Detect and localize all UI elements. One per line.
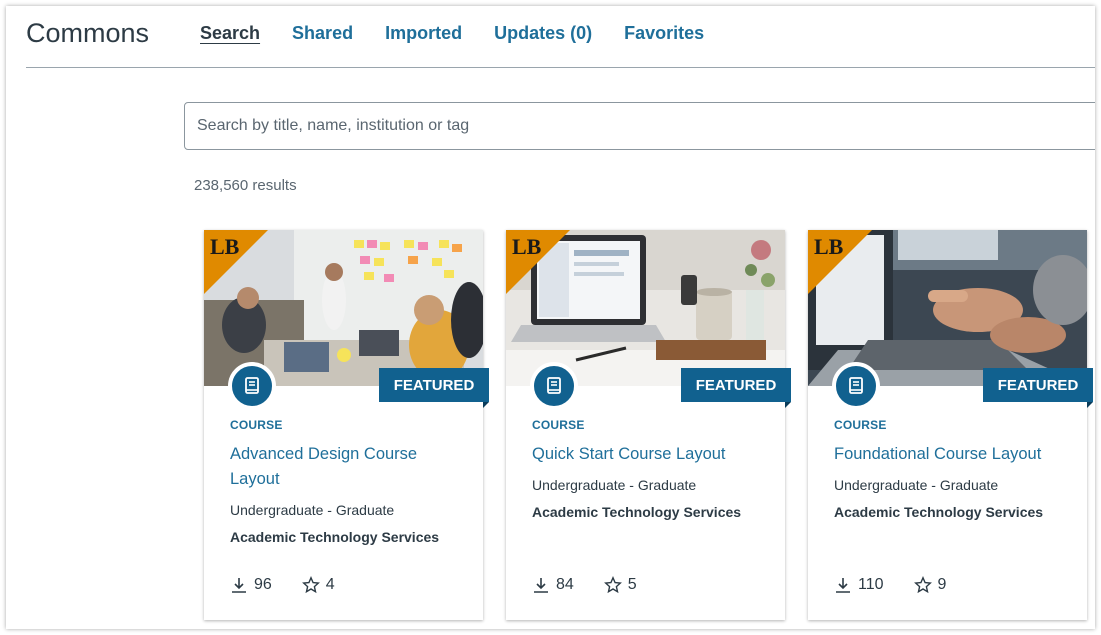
results-count: 238,560 results [194,177,297,194]
card-institution: Academic Technology Services [834,504,1044,520]
favorite-count: 5 [627,576,637,593]
favorite-count: 9 [937,576,947,593]
download-count: 110 [858,576,884,593]
search-input[interactable] [185,103,1095,149]
card-institution: Academic Technology Services [230,529,440,545]
card-body: COURSE Quick Start Course Layout Undergr… [532,418,765,520]
card-body: COURSE Foundational Course Layout Underg… [834,418,1067,520]
card-type: COURSE [230,418,283,432]
featured-badge: FEATURED [681,368,791,402]
download-stat: 110 [834,576,884,594]
favorite-count: 4 [325,576,335,593]
card-type: COURSE [834,418,887,432]
app-title: Commons [26,18,150,48]
tab-shared[interactable]: Shared [292,23,353,44]
featured-ribbon-tail [483,402,489,408]
card-title-link[interactable]: Quick Start Course Layout [532,442,765,467]
star-icon [913,576,932,594]
star-icon [301,576,320,594]
tab-nav: Search Shared Imported Updates (0) Favor… [200,23,704,44]
card-title-link[interactable]: Advanced Design Course Layout [230,442,463,492]
download-icon [836,578,850,593]
card-institution: Academic Technology Services [532,504,742,520]
star-icon [603,576,622,594]
course-card[interactable]: LB FEATURED COURSE Quick Start Course La… [506,230,791,620]
card-level: Undergraduate - Graduate [532,477,697,493]
featured-ribbon-tail [1087,402,1093,408]
course-card[interactable]: LB FEATURED COURSE Foundational Course L… [808,230,1093,620]
download-count: 84 [556,576,574,593]
featured-badge: FEATURED [379,368,489,402]
download-icon [534,578,548,593]
book-icon [530,362,578,410]
favorite-stat: 9 [913,576,947,594]
card-stats: 110 9 [834,576,946,594]
header-divider [26,67,1095,68]
card-body: COURSE Advanced Design Course Layout Und… [230,418,463,545]
download-icon [232,578,246,593]
card-stats: 96 4 [230,576,335,594]
download-stat: 96 [230,576,272,594]
institution-logo: LB [814,234,844,259]
commons-window: Commons Search Shared Imported Updates (… [6,6,1095,629]
download-stat: 84 [532,576,574,594]
card-type: COURSE [532,418,585,432]
institution-logo: LB [512,234,542,259]
book-icon [228,362,276,410]
tab-updates[interactable]: Updates (0) [494,23,592,44]
favorite-stat: 5 [603,576,637,594]
card-title-link[interactable]: Foundational Course Layout [834,442,1067,467]
course-card[interactable]: LB FEATURED COURSE Advanced Design Cours… [204,230,489,620]
card-level: Undergraduate - Graduate [230,502,395,518]
featured-badge: FEATURED [983,368,1093,402]
featured-ribbon-tail [785,402,791,408]
book-icon [832,362,880,410]
header: Commons Search Shared Imported Updates (… [6,6,1095,68]
favorite-stat: 4 [301,576,335,594]
card-stats: 84 5 [532,576,637,594]
institution-logo: LB [210,234,240,259]
tab-favorites[interactable]: Favorites [624,23,704,44]
download-count: 96 [254,576,272,593]
tab-search[interactable]: Search [200,23,260,44]
card-level: Undergraduate - Graduate [834,477,999,493]
search-box [184,102,1095,150]
tab-imported[interactable]: Imported [385,23,462,44]
